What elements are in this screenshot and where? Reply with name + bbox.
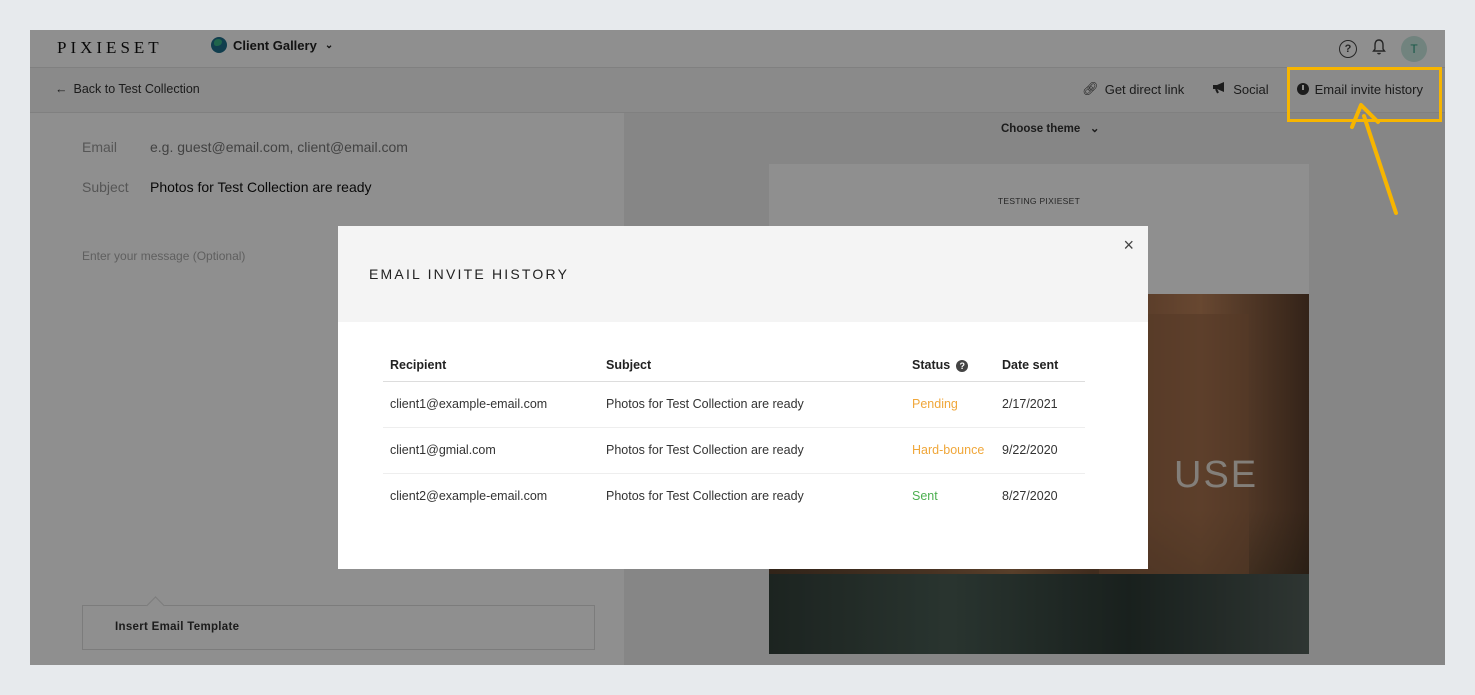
table-row: client2@example-email.com Photos for Tes… [383,473,1085,519]
email-invite-history-modal: EMAIL INVITE HISTORY × Recipient Subject… [338,226,1148,569]
date-cell: 9/22/2020 [995,427,1085,474]
recipient-cell: client1@example-email.com [383,381,599,428]
status-badge: Hard-bounce [905,427,995,474]
column-header-subject: Subject [599,350,905,382]
modal-header: EMAIL INVITE HISTORY × [338,226,1148,322]
subject-cell: Photos for Test Collection are ready [599,381,905,428]
table-row: client1@gmial.com Photos for Test Collec… [383,427,1085,474]
date-cell: 8/27/2020 [1002,489,1058,504]
table-header-row: Recipient Subject Status? Date sent [383,350,1085,382]
recipient-cell: client1@gmial.com [383,427,599,474]
status-badge: Sent [912,489,938,504]
column-header-status: Status? [905,350,995,382]
column-header-recipient: Recipient [383,350,599,382]
subject-cell: Photos for Test Collection are ready [606,489,804,504]
recipient-cell: client2@example-email.com [390,489,548,504]
help-icon[interactable]: ? [956,359,969,372]
date-cell: 2/17/2021 [995,381,1085,428]
table-row: client1@example-email.com Photos for Tes… [383,381,1085,428]
arrow-annotation-icon [1350,103,1398,215]
subject-cell: Photos for Test Collection are ready [599,427,905,474]
close-icon[interactable]: × [1123,235,1134,256]
modal-title: EMAIL INVITE HISTORY [369,266,570,282]
status-badge: Pending [905,381,995,428]
column-header-date-sent: Date sent [995,350,1085,382]
status-header-label: Status [912,358,951,373]
invite-history-table: Recipient Subject Status? Date sent clie… [383,350,1085,519]
